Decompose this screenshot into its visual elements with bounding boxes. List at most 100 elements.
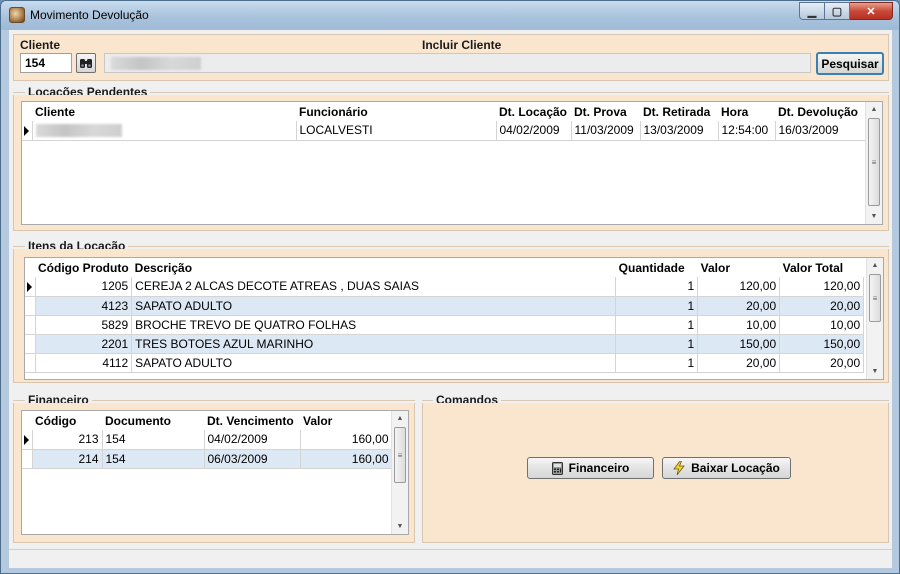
cell-valor-total[interactable]: 150,00 [779, 334, 865, 354]
title-bar[interactable]: Movimento Devolução ▁ ▢ ✕ [1, 1, 899, 30]
status-bar [9, 549, 892, 568]
cell-documento[interactable]: 154 [102, 449, 205, 469]
col-valor[interactable]: Valor [697, 258, 780, 277]
col-documento[interactable]: Documento [102, 411, 204, 430]
locacoes-grid[interactable]: Cliente Funcionário Dt. Locação Dt. Prov… [21, 101, 883, 225]
scroll-thumb[interactable]: ≡ [868, 118, 880, 206]
table-row[interactable]: 213 154 04/02/2009 160,00 [22, 430, 393, 450]
cell-dt-locacao[interactable]: 04/02/2009 [496, 121, 572, 141]
financeiro-grid[interactable]: Código Documento Dt. Vencimento Valor 21… [21, 410, 409, 535]
scroll-up-icon[interactable]: ▲ [866, 102, 882, 117]
row-indicator [25, 353, 36, 373]
scroll-up-icon[interactable]: ▲ [392, 411, 408, 426]
cell-valor[interactable]: 20,00 [697, 353, 781, 373]
cell-documento[interactable]: 154 [102, 430, 205, 450]
cliente-code-field[interactable]: 154 [20, 53, 72, 73]
col-dt-retirada[interactable]: Dt. Retirada [640, 102, 718, 121]
cell-dt-retirada[interactable]: 13/03/2009 [640, 121, 719, 141]
cell-valor-total[interactable]: 10,00 [779, 315, 865, 335]
col-codigo[interactable]: Código [32, 411, 102, 430]
col-valor[interactable]: Valor [300, 411, 392, 430]
cell-descricao[interactable]: SAPATO ADULTO [131, 296, 617, 316]
cell-valor[interactable]: 160,00 [300, 449, 393, 469]
col-cliente[interactable]: Cliente [32, 102, 296, 121]
cell-vencimento[interactable]: 06/03/2009 [204, 449, 301, 469]
cell-cliente[interactable] [32, 121, 297, 141]
scroll-down-icon[interactable]: ▼ [867, 364, 883, 379]
cell-dt-devolucao[interactable]: 16/03/2009 [775, 121, 866, 141]
cell-codigo[interactable]: 213 [32, 430, 103, 450]
scroll-down-icon[interactable]: ▼ [392, 519, 408, 534]
cell-quantidade[interactable]: 1 [615, 296, 699, 316]
scroll-down-icon[interactable]: ▼ [866, 209, 882, 224]
table-row[interactable]: 5829 BROCHE TREVO DE QUATRO FOLHAS 1 10,… [25, 315, 865, 335]
col-quantidade[interactable]: Quantidade [615, 258, 698, 277]
scroll-thumb[interactable]: ≡ [394, 427, 406, 483]
close-button[interactable]: ✕ [850, 2, 893, 20]
cell-quantidade[interactable]: 1 [615, 334, 699, 354]
search-cliente-button[interactable] [76, 53, 96, 73]
row-indicator [22, 449, 33, 469]
cell-quantidade[interactable]: 1 [615, 315, 699, 335]
cell-descricao[interactable]: CEREJA 2 ALCAS DECOTE ATREAS , DUAS SAIA… [131, 277, 617, 297]
financeiro-panel: Código Documento Dt. Vencimento Valor 21… [13, 403, 415, 543]
cell-codigo[interactable]: 1205 [35, 277, 133, 297]
cell-valor[interactable]: 10,00 [697, 315, 781, 335]
cell-valor[interactable]: 160,00 [300, 430, 393, 450]
app-icon [9, 7, 25, 23]
cell-valor[interactable]: 150,00 [697, 334, 781, 354]
col-codigo-produto[interactable]: Código Produto [35, 258, 132, 277]
cell-vencimento[interactable]: 04/02/2009 [204, 430, 301, 450]
col-dt-prova[interactable]: Dt. Prova [571, 102, 640, 121]
col-descricao[interactable]: Descrição [131, 258, 616, 277]
cliente-name-field[interactable] [104, 53, 811, 73]
col-dt-devolucao[interactable]: Dt. Devolução [775, 102, 865, 121]
itens-grid[interactable]: Código Produto Descrição Quantidade Valo… [24, 257, 884, 380]
cell-funcionario[interactable]: LOCALVESTI [296, 121, 497, 141]
cell-dt-prova[interactable]: 11/03/2009 [571, 121, 641, 141]
itens-scrollbar[interactable]: ▲ ≡ ▼ [866, 258, 883, 379]
minimize-button[interactable]: ▁ [799, 2, 825, 20]
client-area: Cliente 154 Incluir Cliente Pesquisar Lo… [9, 30, 892, 568]
locacoes-scrollbar[interactable]: ▲ ≡ ▼ [865, 102, 882, 224]
row-indicator [25, 334, 36, 354]
scroll-up-icon[interactable]: ▲ [867, 258, 883, 273]
cell-codigo[interactable]: 2201 [35, 334, 133, 354]
cell-codigo[interactable]: 4112 [35, 353, 133, 373]
col-dt-locacao[interactable]: Dt. Locação [496, 102, 571, 121]
cell-codigo[interactable]: 214 [32, 449, 103, 469]
table-row[interactable]: 4112 SAPATO ADULTO 1 20,00 20,00 [25, 353, 865, 373]
financeiro-button[interactable]: Financeiro [527, 457, 654, 479]
table-row[interactable]: 214 154 06/03/2009 160,00 [22, 449, 393, 469]
financeiro-scrollbar[interactable]: ▲ ≡ ▼ [391, 411, 408, 534]
baixar-locacao-button[interactable]: Baixar Locação [662, 457, 791, 479]
cell-valor-total[interactable]: 20,00 [779, 296, 865, 316]
maximize-button[interactable]: ▢ [825, 2, 850, 20]
cell-valor[interactable]: 20,00 [697, 296, 781, 316]
locacoes-panel: Cliente Funcionário Dt. Locação Dt. Prov… [13, 95, 889, 231]
cell-codigo[interactable]: 5829 [35, 315, 133, 335]
table-row[interactable]: 4123 SAPATO ADULTO 1 20,00 20,00 [25, 296, 865, 316]
cell-valor-total[interactable]: 20,00 [779, 353, 865, 373]
col-hora[interactable]: Hora [718, 102, 775, 121]
col-funcionario[interactable]: Funcionário [296, 102, 496, 121]
lightning-icon [673, 461, 685, 475]
cell-quantidade[interactable]: 1 [615, 353, 699, 373]
table-row[interactable]: 1205 CEREJA 2 ALCAS DECOTE ATREAS , DUAS… [25, 277, 865, 297]
table-row[interactable]: 2201 TRES BOTOES AZUL MARINHO 1 150,00 1… [25, 334, 865, 354]
table-row[interactable]: LOCALVESTI 04/02/2009 11/03/2009 13/03/2… [22, 121, 866, 141]
col-dt-vencimento[interactable]: Dt. Vencimento [204, 411, 300, 430]
cell-hora[interactable]: 12:54:00 [718, 121, 776, 141]
col-valor-total[interactable]: Valor Total [779, 258, 864, 277]
scroll-thumb[interactable]: ≡ [869, 274, 881, 322]
cell-codigo[interactable]: 4123 [35, 296, 133, 316]
cell-descricao[interactable]: BROCHE TREVO DE QUATRO FOLHAS [131, 315, 617, 335]
cell-descricao[interactable]: SAPATO ADULTO [131, 353, 617, 373]
cell-valor-total[interactable]: 120,00 [779, 277, 865, 297]
locacoes-header: Cliente Funcionário Dt. Locação Dt. Prov… [22, 102, 865, 121]
cell-quantidade[interactable]: 1 [615, 277, 699, 297]
cell-valor[interactable]: 120,00 [697, 277, 781, 297]
main-window: Movimento Devolução ▁ ▢ ✕ Cliente 154 In… [0, 0, 900, 574]
cell-descricao[interactable]: TRES BOTOES AZUL MARINHO [131, 334, 617, 354]
pesquisar-button[interactable]: Pesquisar [816, 52, 884, 75]
